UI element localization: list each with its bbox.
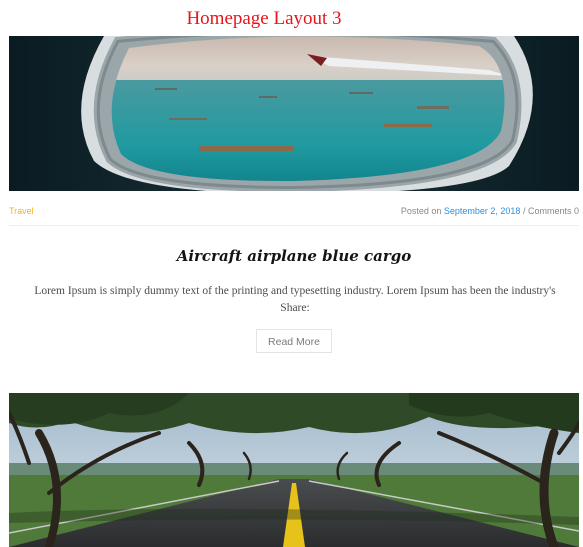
post-date-link[interactable]: September 2, 2018 bbox=[444, 206, 521, 216]
meta-divider bbox=[9, 225, 579, 226]
post-meta: Travel Posted on September 2, 2018 / Com… bbox=[9, 203, 579, 219]
read-more-button[interactable]: Read More bbox=[256, 329, 332, 353]
post-featured-image-2[interactable] bbox=[9, 393, 579, 547]
meta-separator: / bbox=[522, 206, 526, 216]
comments-count[interactable]: Comments 0 bbox=[528, 206, 579, 216]
post-category-link[interactable]: Travel bbox=[9, 203, 34, 219]
road-trees-image bbox=[9, 393, 579, 547]
layout-title: Homepage Layout 3 bbox=[186, 8, 342, 29]
airplane-window-image bbox=[9, 36, 579, 191]
post-excerpt: Lorem Ipsum is simply dummy text of the … bbox=[34, 285, 556, 314]
posted-on-label: Posted on bbox=[400, 206, 442, 216]
post-meta-right: Posted on September 2, 2018 / Comments 0 bbox=[401, 203, 579, 219]
post-title[interactable]: Aircraft airplane blue cargo bbox=[0, 246, 583, 266]
post-featured-image[interactable] bbox=[9, 36, 579, 191]
